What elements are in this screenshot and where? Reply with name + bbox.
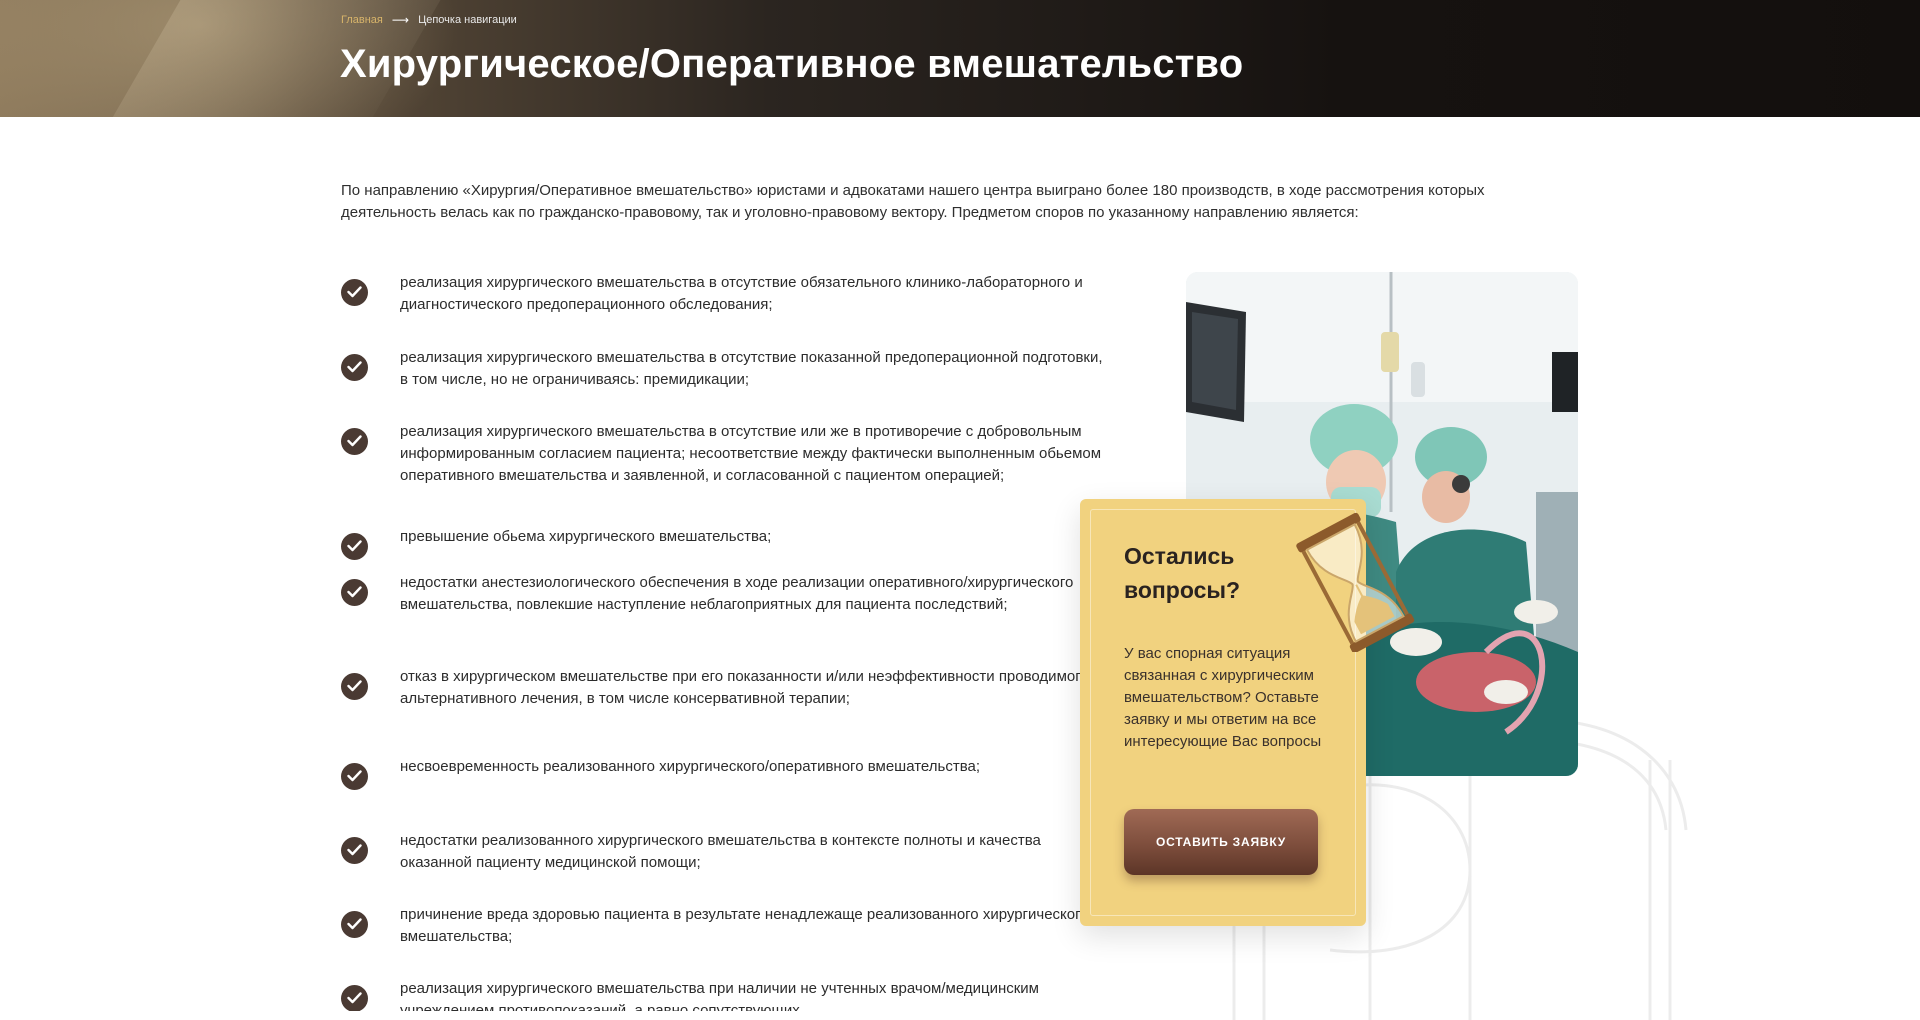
list-item-text: реализация хирургического вмешательства … xyxy=(400,980,1039,1011)
check-circle-icon xyxy=(341,354,368,381)
list-item: причинение вреда здоровью пациента в рез… xyxy=(341,904,1089,952)
check-circle-icon xyxy=(341,428,368,455)
page-hero: Главная ⟶ Цепочка навигации Хирургическо… xyxy=(0,0,1920,117)
page-title: Хирургическое/Оперативное вмешательство xyxy=(340,42,1244,86)
list-item-text: причинение вреда здоровью пациента в рез… xyxy=(400,906,1089,945)
card-title: Остались вопросы? xyxy=(1124,543,1241,603)
list-item: реализация хирургического вмешательства … xyxy=(341,978,1061,1011)
list-item-text: реализация хирургического вмешательства … xyxy=(400,423,1102,484)
list-item: недостатки реализованного хирургического… xyxy=(341,830,1061,878)
check-circle-icon xyxy=(341,763,368,790)
breadcrumb: Главная ⟶ Цепочка навигации xyxy=(341,13,517,27)
list-item: превышение обьема хирургического вмешате… xyxy=(341,526,1061,560)
list-item: реализация хирургического вмешательства … xyxy=(341,347,1103,395)
hourglass-icon xyxy=(1296,512,1415,652)
list-item-text: недостатки анестезиологического обеспече… xyxy=(400,574,1074,613)
list-item-text: несвоевременность реализованного хирурги… xyxy=(400,758,981,775)
arrow-right-icon: ⟶ xyxy=(391,13,410,27)
check-circle-icon xyxy=(341,533,368,560)
list-item: реализация хирургического вмешательства … xyxy=(341,421,1101,511)
card-text: У вас спорная ситуация связанная с хирур… xyxy=(1124,645,1322,750)
breadcrumb-current: Цепочка навигации xyxy=(418,14,517,26)
check-circle-icon xyxy=(341,911,368,938)
list-item: недостатки анестезиологического обеспече… xyxy=(341,572,1073,640)
list-item-text: превышение обьема хирургического вмешате… xyxy=(400,528,772,545)
list-item: реализация хирургического вмешательства … xyxy=(341,272,1083,320)
check-circle-icon xyxy=(341,985,368,1011)
check-circle-icon xyxy=(341,837,368,864)
check-circle-icon xyxy=(341,279,368,306)
list-item: несвоевременность реализованного хирурги… xyxy=(341,756,1061,804)
check-circle-icon xyxy=(341,673,368,700)
submit-request-button[interactable]: ОСТАВИТЬ ЗАЯВКУ xyxy=(1124,809,1318,875)
list-item-text: реализация хирургического вмешательства … xyxy=(400,349,1103,388)
check-circle-icon xyxy=(341,579,368,606)
list-item-text: реализация хирургического вмешательства … xyxy=(400,274,1083,313)
breadcrumb-home-link[interactable]: Главная xyxy=(341,14,383,26)
intro-paragraph: По направлению «Хирургия/Оперативное вме… xyxy=(341,182,1485,221)
list-item-text: отказ в хирургическом вмешательстве при … xyxy=(400,668,1089,707)
list-item-text: недостатки реализованного хирургического… xyxy=(400,832,1041,871)
list-item: отказ в хирургическом вмешательстве при … xyxy=(341,666,1089,734)
